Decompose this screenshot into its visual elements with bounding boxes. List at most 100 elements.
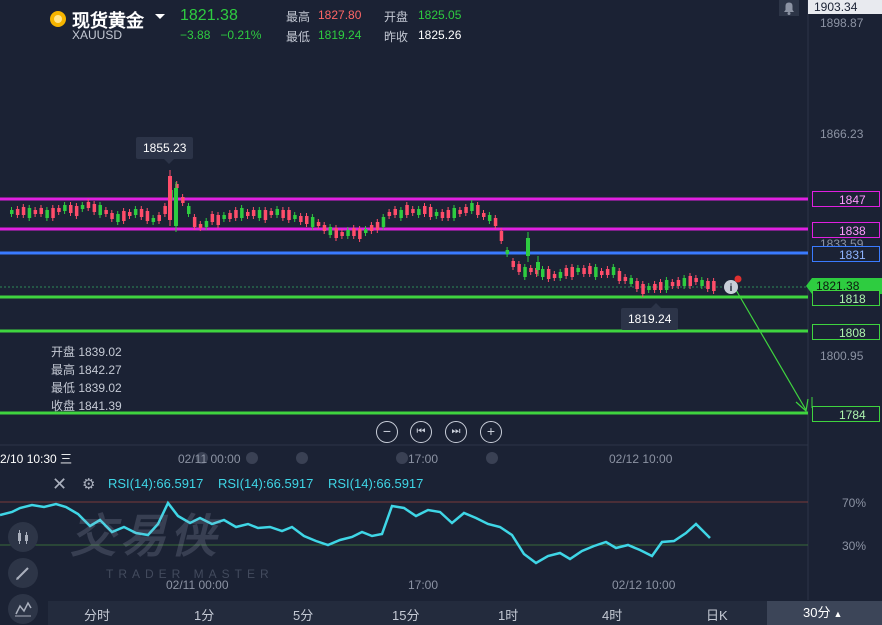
candle-body	[440, 212, 445, 218]
ohlc-high: 最高 1842.27	[51, 363, 122, 377]
candle-body	[558, 272, 563, 278]
timeframe-tab-active[interactable]: 30分 ▲	[767, 601, 882, 625]
timeframe-tab[interactable]: 1分	[194, 605, 214, 624]
candle-body	[151, 218, 156, 222]
bell-icon[interactable]	[779, 0, 799, 16]
candle-body	[187, 206, 191, 214]
zoom-in-button[interactable]: +	[480, 421, 502, 443]
candle-body	[263, 210, 268, 220]
pencil-icon[interactable]	[8, 558, 38, 588]
candle-body	[157, 215, 161, 221]
candle-body	[275, 209, 279, 215]
candle-body	[600, 271, 604, 275]
candle-body	[405, 205, 409, 215]
candle-body	[299, 216, 303, 222]
candle-body	[328, 227, 333, 235]
candle-body	[352, 228, 356, 236]
scroll-dot[interactable]	[246, 452, 258, 464]
candle-body	[92, 204, 97, 212]
candle-body	[86, 202, 91, 208]
candle-body	[505, 250, 510, 254]
timeframe-tab[interactable]: 5分	[293, 605, 313, 624]
candle-body	[617, 271, 622, 281]
candle-body	[322, 225, 327, 231]
candle-body	[446, 210, 451, 218]
timeframe-tab[interactable]: 4时	[602, 605, 622, 624]
candle-body	[712, 281, 716, 291]
scroll-back-button[interactable]: ⏮	[410, 421, 432, 443]
candle-body	[526, 238, 530, 256]
candle-body	[305, 216, 309, 224]
settings-icon[interactable]: ⚙	[82, 475, 95, 493]
scroll-dot[interactable]	[396, 452, 408, 464]
timeframe-tab[interactable]: 日K	[706, 605, 728, 624]
candle-body	[688, 276, 692, 286]
candle-body	[452, 208, 456, 218]
level-tag-1808: 1808	[812, 324, 880, 340]
cursor-time-label: 2/10 10:30 三	[0, 452, 73, 466]
candle-body	[210, 214, 215, 222]
candle-body	[204, 221, 209, 227]
candle-tool-icon[interactable]	[8, 522, 38, 552]
candle-body	[694, 278, 698, 282]
projection-arrow-line	[735, 289, 807, 411]
low-marker-tooltip: 1819.24	[621, 308, 679, 330]
rsi-lower-label: 30%	[842, 539, 867, 553]
last-price: 1821.38	[180, 7, 238, 24]
prev-close-label: 昨收	[384, 30, 409, 44]
candle-body	[411, 209, 415, 213]
indicator-icon[interactable]	[8, 594, 38, 624]
y-axis-label: 1898.87	[820, 16, 864, 30]
candle-body	[293, 215, 297, 219]
candle-body	[399, 210, 403, 218]
candle-body	[629, 278, 633, 284]
candle-body	[316, 222, 321, 226]
candle-body	[104, 210, 108, 214]
level-tag-1838: 1838	[812, 222, 880, 238]
candle-body	[682, 278, 687, 286]
zoom-out-button[interactable]: −	[376, 421, 398, 443]
candle-body	[423, 206, 427, 214]
open-value: 1825.05	[418, 8, 462, 22]
timeframe-tab[interactable]: 分时	[84, 605, 110, 624]
candle-body	[541, 269, 545, 277]
watermark-logo: 交易侠	[70, 510, 220, 562]
candle-body	[635, 281, 639, 289]
timeframe-tab[interactable]: 1时	[498, 605, 518, 624]
close-icon[interactable]: ✕	[52, 474, 67, 495]
scroll-dot[interactable]	[486, 452, 498, 464]
high-label: 最高	[286, 10, 311, 24]
candle-body	[21, 207, 26, 215]
scroll-dot[interactable]	[296, 452, 308, 464]
candle-body	[470, 203, 474, 211]
y-axis-label: 1800.95	[820, 349, 864, 363]
candle-body	[664, 280, 669, 290]
candlesticks	[10, 170, 716, 297]
alert-dot	[734, 275, 742, 283]
chevron-down-icon[interactable]	[155, 14, 165, 19]
level-tag-1847: 1847	[812, 191, 880, 207]
candle-body	[529, 268, 533, 272]
tooltip-pointer	[164, 159, 174, 164]
timeframe-bar	[48, 601, 882, 625]
scroll-forward-button[interactable]: ⏭	[445, 421, 467, 443]
candle-body	[417, 209, 421, 215]
candle-body	[387, 212, 392, 216]
timeframe-tab[interactable]: 15分	[392, 605, 419, 624]
candle-body	[659, 282, 663, 290]
candle-body	[364, 229, 368, 233]
rsi-x-axis-label: 17:00	[408, 578, 439, 592]
candle-body	[536, 262, 540, 270]
candle-body	[168, 176, 172, 220]
candle-body	[523, 267, 527, 277]
candle-body	[552, 274, 557, 278]
candle-body	[145, 211, 150, 221]
candle-body	[192, 217, 197, 227]
price-change-pct: −0.21%	[220, 28, 262, 42]
rsi-x-axis-label: 02/11 00:00	[166, 578, 229, 592]
candle-body	[198, 224, 203, 228]
candle-body	[10, 210, 14, 214]
rsi-label: RSI(14):66.5917	[328, 476, 424, 491]
candle-body	[641, 284, 645, 294]
candle-body	[605, 269, 610, 275]
